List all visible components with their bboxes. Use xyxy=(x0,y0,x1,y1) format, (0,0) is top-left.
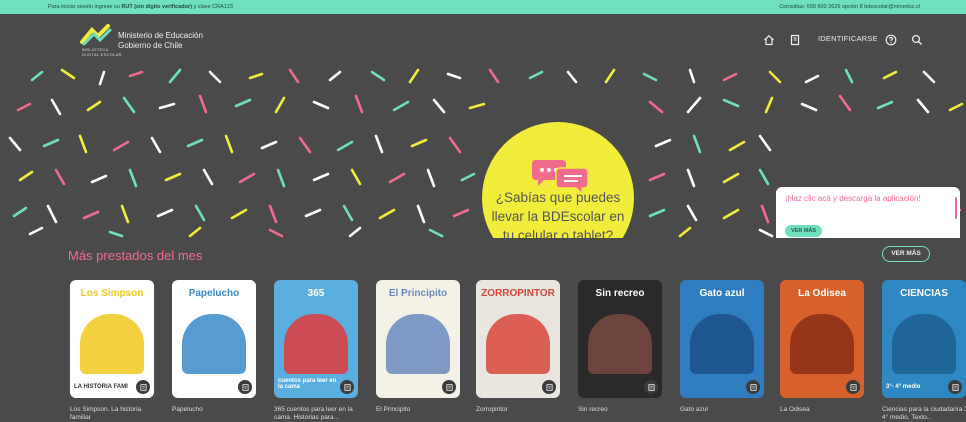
book-cover-title: ZORROPINTOR xyxy=(481,288,555,299)
cover-art xyxy=(486,314,550,374)
book-cover: Sin recreo xyxy=(578,280,662,398)
book-card[interactable]: El Principito xyxy=(376,280,460,398)
cover-art xyxy=(790,314,854,374)
book-cover: CIENCIAS 3°- 4° medio xyxy=(882,280,966,398)
book-badge-icon xyxy=(846,380,860,394)
book-carousel: Los Simpson LA HISTORIA FAMI Los Simpson. … xyxy=(0,280,966,421)
bookmark-icon[interactable] xyxy=(788,33,802,47)
popup-text: ¡Haz clic acá y descarga la aplicación! xyxy=(785,194,921,203)
book-badge-icon xyxy=(238,380,252,394)
book-card[interactable]: CIENCIAS 3°- 4° medio xyxy=(882,280,966,398)
cover-art xyxy=(892,314,956,374)
cover-art xyxy=(588,314,652,374)
book-badge-icon xyxy=(644,380,658,394)
book-badge-icon xyxy=(948,380,962,394)
identify-link[interactable]: IDENTIFICARSE xyxy=(818,34,878,43)
book-cover-title: El Principito xyxy=(388,288,448,299)
cover-art xyxy=(182,314,246,374)
cover-art xyxy=(284,314,348,374)
book-cover-title: Gato azul xyxy=(699,288,745,299)
cover-art xyxy=(386,314,450,374)
book-card[interactable]: Los Simpson LA HISTORIA FAMI xyxy=(70,280,154,398)
book-card[interactable]: Gato azul xyxy=(680,280,764,398)
book-badge-icon xyxy=(340,380,354,394)
book-cover-title: Papelucho xyxy=(188,288,240,299)
home-icon[interactable] xyxy=(762,33,776,47)
book-card[interactable]: La Odisea xyxy=(780,280,864,398)
top-info-bar: Para iniciar sesión ingrese su RUT (sin … xyxy=(0,0,966,14)
site-header: BIBLIOTECA DIGITAL ESCOLAR Ministerio de… xyxy=(0,14,966,66)
book-card[interactable]: ZORROPINTOR xyxy=(476,280,560,398)
book-badge-icon xyxy=(542,380,556,394)
ministry-name: Ministerio de Educación Gobierno de Chil… xyxy=(118,31,203,50)
chat-bubbles-icon xyxy=(532,160,589,196)
see-more-button[interactable]: VER MÁS xyxy=(882,246,930,262)
section-title: Más prestados del mes xyxy=(68,248,203,263)
logo-text: BIBLIOTECA DIGITAL ESCOLAR xyxy=(82,47,122,57)
login-hint: Para iniciar sesión ingrese su RUT (sin … xyxy=(48,4,233,10)
book-cover: La Odisea xyxy=(780,280,864,398)
book-badge-icon xyxy=(442,380,456,394)
book-cover: 365 cuentos para leer en la cama xyxy=(274,280,358,398)
popup-see-more-button[interactable]: VER MÁS xyxy=(785,225,823,237)
book-title-label[interactable]: Papelucho xyxy=(172,406,264,414)
book-title-label[interactable]: La Odisea xyxy=(780,406,872,414)
cover-art xyxy=(80,314,144,374)
download-app-popup[interactable]: ¡Haz clic acá y descarga la aplicación! … xyxy=(776,187,960,238)
popup-accent-bar xyxy=(955,197,957,219)
book-cover: El Principito xyxy=(376,280,460,398)
app-promo-banner[interactable]: ¿Sabías que puedes llevar la BDEscolar e… xyxy=(0,66,966,238)
book-badge-icon xyxy=(746,380,760,394)
book-cover-subtitle: LA HISTORIA FAMI xyxy=(74,384,128,390)
book-cover: Gato azul xyxy=(680,280,764,398)
cover-art xyxy=(690,314,754,374)
book-card[interactable]: 365 cuentos para leer en la cama xyxy=(274,280,358,398)
book-card[interactable]: Sin recreo xyxy=(578,280,662,398)
book-badge-icon xyxy=(136,380,150,394)
contact-info: Consultas: 600 600 2626 opción 8 bdescol… xyxy=(779,4,920,10)
book-card[interactable]: Papelucho xyxy=(172,280,256,398)
book-cover-title: La Odisea xyxy=(798,288,846,299)
book-title-label[interactable]: Sin recreo xyxy=(578,406,670,414)
book-cover: Los Simpson LA HISTORIA FAMI xyxy=(70,280,154,398)
help-icon[interactable] xyxy=(884,33,898,47)
book-cover-title: CIENCIAS xyxy=(900,288,948,299)
book-title-label[interactable]: Zorropintor xyxy=(476,406,568,414)
book-title-label[interactable]: Gato azul xyxy=(680,406,772,414)
book-cover: ZORROPINTOR xyxy=(476,280,560,398)
book-cover-title: 365 xyxy=(307,288,325,299)
book-cover-subtitle: cuentos para leer en la cama xyxy=(278,378,337,390)
book-cover: Papelucho xyxy=(172,280,256,398)
book-cover-title: Los Simpson xyxy=(80,288,144,299)
book-cover-title: Sin recreo xyxy=(595,288,645,299)
book-title-label[interactable]: El Principito xyxy=(376,406,468,414)
book-cover-subtitle: 3°- 4° medio xyxy=(886,384,921,390)
search-icon[interactable] xyxy=(910,33,924,47)
